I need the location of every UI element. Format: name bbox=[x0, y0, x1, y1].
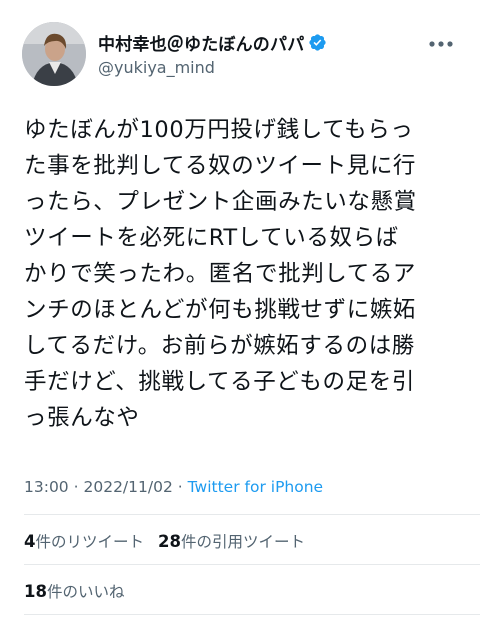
retweets-count: 4 bbox=[24, 532, 36, 551]
divider bbox=[24, 514, 480, 515]
retweets-stat[interactable]: 4件のリツイート bbox=[24, 532, 144, 551]
verified-badge-icon bbox=[308, 33, 327, 52]
more-horizontal-icon[interactable] bbox=[428, 36, 454, 50]
likes-row: 18件のいいね bbox=[24, 580, 124, 602]
tweet-meta: 13:00 · 2022/11/02 · Twitter for iPhone bbox=[24, 478, 323, 496]
likes-label: 件のいいね bbox=[46, 583, 125, 601]
user-handle[interactable]: @yukiya_mind bbox=[98, 58, 215, 77]
divider bbox=[24, 614, 480, 615]
quotes-label: 件の引用ツイート bbox=[180, 533, 305, 551]
quotes-count: 28 bbox=[158, 532, 181, 551]
meta-separator: · bbox=[177, 478, 183, 496]
avatar[interactable] bbox=[22, 22, 86, 86]
tweet-header: 中村幸也＠ゆたぼんのパパ @yukiya_mind bbox=[22, 22, 458, 90]
divider bbox=[24, 564, 480, 565]
likes-count: 18 bbox=[24, 582, 47, 601]
tweet-date[interactable]: 2022/11/02 bbox=[83, 478, 172, 496]
tweet-text: ゆたぼんが100万円投げ銭してもらっ た事を批判してる奴のツイート見に行 ったら… bbox=[24, 117, 417, 431]
avatar-image bbox=[22, 22, 86, 86]
tweet-time[interactable]: 13:00 bbox=[24, 478, 69, 496]
quotes-stat[interactable]: 28件の引用ツイート bbox=[158, 532, 305, 551]
meta-separator: · bbox=[73, 478, 79, 496]
engagement-row: 4件のリツイート 28件の引用ツイート bbox=[24, 530, 305, 552]
name-row: 中村幸也＠ゆたぼんのパパ bbox=[98, 30, 327, 55]
likes-stat[interactable]: 18件のいいね bbox=[24, 582, 125, 601]
tweet-source-link[interactable]: Twitter for iPhone bbox=[188, 478, 323, 496]
display-name[interactable]: 中村幸也＠ゆたぼんのパパ bbox=[98, 30, 304, 55]
retweets-label: 件のリツイート bbox=[35, 533, 144, 551]
